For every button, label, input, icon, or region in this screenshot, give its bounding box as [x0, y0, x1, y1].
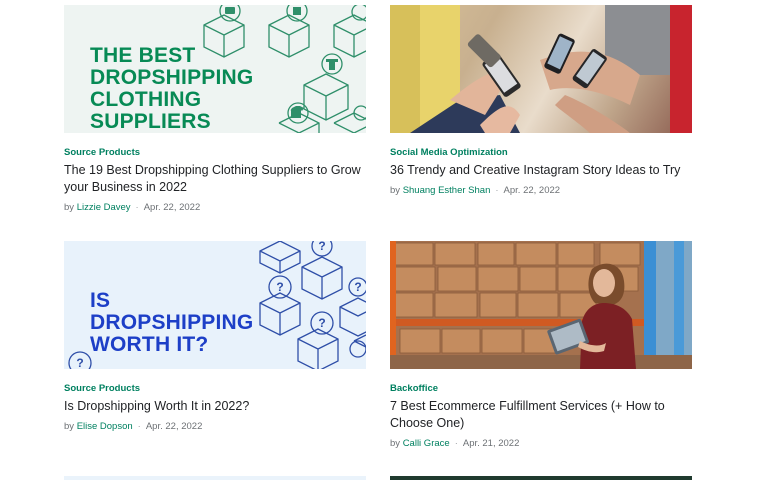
article-category[interactable]: Source Products — [64, 382, 366, 395]
article-card: ? ? ? ? ? IS DROPSHIPPING WORTH IT? Sour… — [64, 241, 366, 433]
meta-separator: · — [137, 421, 141, 432]
article-thumbnail[interactable]: THE BEST DROPSHIPPING CLOTHING SUPPLIERS — [64, 5, 366, 133]
article-meta: by Elise Dopson · Apr. 22, 2022 — [64, 420, 366, 433]
author-link[interactable]: Shuang Esther Shan — [403, 185, 491, 196]
article-card: THE BEST DROPSHIPPING CLOTHING SUPPLIERS… — [64, 5, 366, 214]
byline-prefix: by — [64, 421, 75, 432]
article-thumbnail-partial[interactable] — [390, 476, 692, 480]
article-thumbnail[interactable] — [390, 241, 692, 369]
byline-prefix: by — [390, 438, 401, 449]
meta-separator: · — [135, 202, 139, 213]
article-card: Backoffice 7 Best Ecommerce Fulfillment … — [390, 241, 692, 450]
svg-text:?: ? — [276, 280, 283, 294]
article-title[interactable]: 7 Best Ecommerce Fulfillment Services (+… — [390, 398, 692, 432]
phones-photo — [390, 5, 692, 133]
article-title[interactable]: 36 Trendy and Creative Instagram Story I… — [390, 162, 692, 179]
meta-separator: · — [454, 438, 458, 449]
article-title[interactable]: Is Dropshipping Worth It in 2022? — [64, 398, 366, 415]
thumbnail-heading: IS DROPSHIPPING WORTH IT? — [90, 289, 254, 356]
svg-text:?: ? — [318, 241, 325, 253]
article-thumbnail[interactable] — [390, 5, 692, 133]
publish-date: Apr. 22, 2022 — [145, 421, 203, 432]
article-category[interactable]: Source Products — [64, 146, 366, 159]
warehouse-photo — [390, 241, 692, 369]
svg-text:?: ? — [318, 316, 325, 330]
author-link[interactable]: Calli Grace — [403, 438, 450, 449]
meta-separator: · — [495, 185, 499, 196]
author-link[interactable]: Lizzie Davey — [77, 202, 131, 213]
svg-text:?: ? — [354, 280, 361, 294]
byline-prefix: by — [390, 185, 401, 196]
byline-prefix: by — [64, 202, 75, 213]
author-link[interactable]: Elise Dopson — [77, 421, 133, 432]
article-meta: by Shuang Esther Shan · Apr. 22, 2022 — [390, 184, 692, 197]
article-meta: by Lizzie Davey · Apr. 22, 2022 — [64, 201, 366, 214]
publish-date: Apr. 21, 2022 — [462, 438, 520, 449]
article-thumbnail[interactable]: ? ? ? ? ? IS DROPSHIPPING WORTH IT? — [64, 241, 366, 369]
thumbnail-heading: THE BEST DROPSHIPPING CLOTHING SUPPLIERS — [90, 44, 254, 133]
article-thumbnail-partial[interactable] — [64, 476, 366, 480]
publish-date: Apr. 22, 2022 — [143, 202, 201, 213]
article-category[interactable]: Social Media Optimization — [390, 146, 692, 159]
article-card: Social Media Optimization 36 Trendy and … — [390, 5, 692, 197]
article-category[interactable]: Backoffice — [390, 382, 692, 395]
publish-date: Apr. 22, 2022 — [503, 185, 561, 196]
article-meta: by Calli Grace · Apr. 21, 2022 — [390, 437, 692, 450]
article-title[interactable]: The 19 Best Dropshipping Clothing Suppli… — [64, 162, 366, 196]
svg-text:?: ? — [76, 356, 83, 369]
